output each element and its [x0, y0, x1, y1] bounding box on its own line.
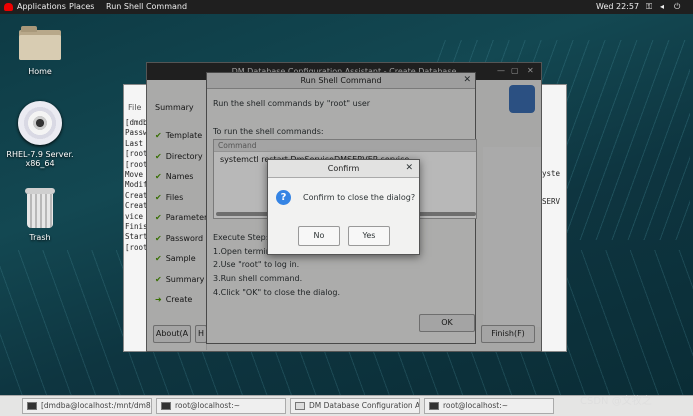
confirm-dialog[interactable]: Confirm ✕ ? Confirm to close the dialog?… — [267, 159, 420, 255]
power-icon[interactable]: ⏻ — [674, 2, 680, 12]
terminal-icon — [161, 402, 171, 410]
question-icon: ? — [276, 190, 291, 205]
optical-disc-icon — [18, 101, 62, 145]
disc-label-2: x86_64 — [25, 159, 55, 168]
terminal-output: [dmdb Passw Last [root [root Move Modif Creat… — [125, 118, 148, 252]
trash-label: Trash — [29, 233, 51, 242]
terminal-text-right-2: SERV — [542, 197, 561, 206]
terminal-icon — [429, 402, 439, 410]
confirm-title: Confirm — [268, 160, 419, 178]
task-terminal-dmdba[interactable]: [dmdba@localhost:/mnt/dm8] — [22, 398, 152, 414]
home-desktop-icon[interactable]: Home — [14, 26, 66, 76]
terminal-file-menu[interactable]: File — [128, 103, 141, 112]
clock[interactable]: Wed 22:57 — [596, 2, 639, 11]
network-icon[interactable]: ⚿ — [646, 2, 652, 12]
applications-menu[interactable]: Applications — [17, 2, 66, 11]
yes-button[interactable]: Yes — [348, 226, 390, 246]
terminal-text-right-1: yste — [542, 169, 561, 178]
folder-icon — [19, 26, 61, 60]
watermark: CSDN @文牧之 — [580, 396, 652, 407]
confirm-message: Confirm to close the dialog? — [303, 193, 416, 202]
window-icon — [295, 402, 305, 410]
places-menu[interactable]: Places — [69, 2, 94, 11]
task-terminal-root-2[interactable]: root@localhost:~ — [424, 398, 554, 414]
task-dm-wizard[interactable]: DM Database Configuration Assis... — [290, 398, 420, 414]
volume-icon[interactable]: ◂ — [660, 2, 664, 11]
terminal-icon — [27, 402, 37, 410]
active-app-menu[interactable]: Run Shell Command — [106, 2, 187, 11]
trash-icon — [25, 188, 55, 228]
top-panel: Applications Places Run Shell Command We… — [0, 0, 693, 14]
task-terminal-root-1[interactable]: root@localhost:~ — [156, 398, 286, 414]
disc-desktop-icon[interactable]: RHEL-7.9 Server. x86_64 — [4, 101, 76, 168]
home-label: Home — [28, 67, 52, 76]
no-button[interactable]: No — [298, 226, 340, 246]
disc-label-1: RHEL-7.9 Server. — [6, 150, 74, 159]
close-icon[interactable]: ✕ — [405, 163, 413, 173]
redhat-logo-icon — [4, 3, 13, 11]
trash-desktop-icon[interactable]: Trash — [20, 188, 60, 242]
